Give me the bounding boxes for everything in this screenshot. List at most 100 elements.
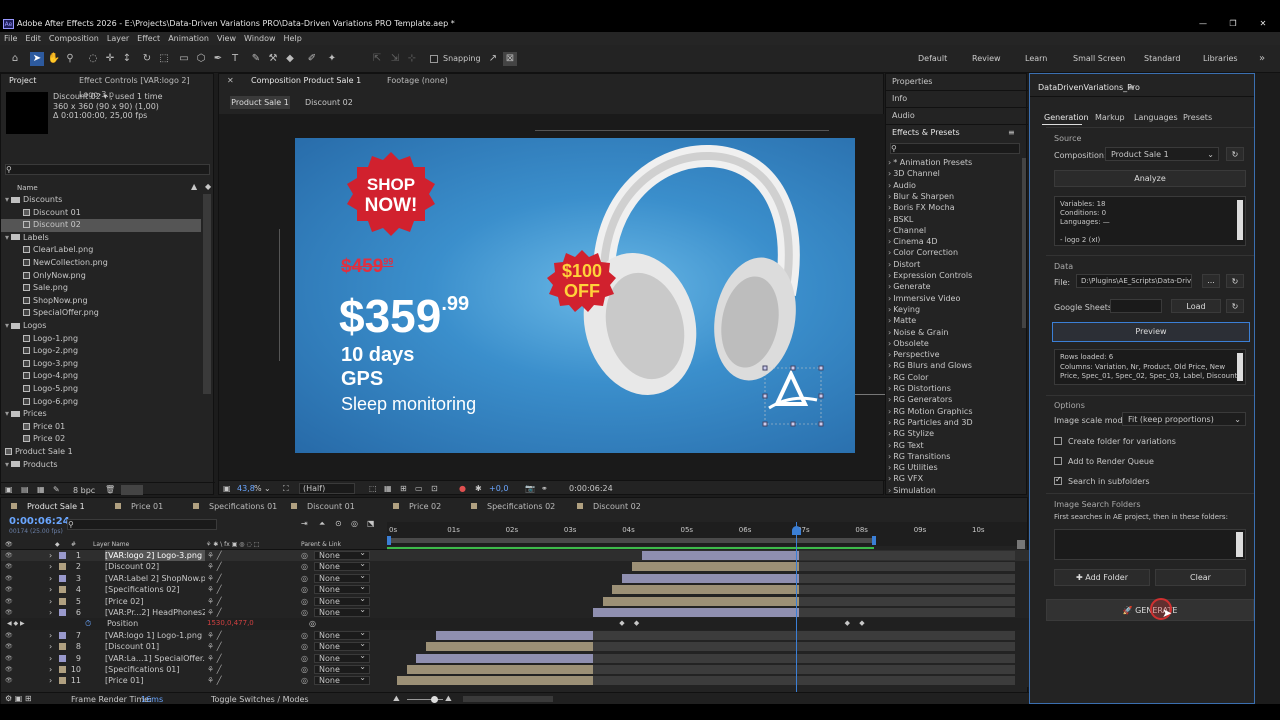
expand-arrow-icon[interactable]: ▾ (5, 409, 9, 418)
tab-languages[interactable]: Languages (1134, 113, 1178, 122)
expand-arrow-icon[interactable]: › (49, 584, 52, 595)
region-of-interest-icon[interactable]: ⬚ (369, 484, 377, 493)
expand-arrow-icon[interactable]: › (888, 271, 891, 280)
always-preview-icon[interactable]: ▣ (223, 484, 231, 493)
parent-pickwhip-icon[interactable]: ◎ (301, 550, 308, 561)
effect-category[interactable]: › Boris FX Mocha (888, 202, 1018, 213)
timeline-tab[interactable]: Discount 02 (571, 500, 647, 514)
expand-arrow-icon[interactable]: › (888, 373, 891, 382)
snap-edges-icon[interactable]: ↗ (486, 52, 500, 66)
effect-category[interactable]: › RG Utilities (888, 462, 1018, 473)
effect-category[interactable]: › RG Blurs and Glows (888, 360, 1018, 371)
parent-select[interactable]: None (314, 640, 370, 652)
selection-tool-icon[interactable]: ➤ (30, 52, 44, 66)
effect-category[interactable]: › RG VFX (888, 473, 1018, 484)
label-color-swatch[interactable] (59, 597, 66, 605)
project-settings-icon[interactable]: ✎ (53, 485, 60, 494)
panel-menu-icon[interactable]: ≡ (1008, 128, 1015, 137)
visibility-eye-icon[interactable]: 👁 (5, 596, 13, 607)
file-path-field[interactable]: D:\Plugins\AE_Scripts\Data-Drive (1076, 274, 1192, 288)
transparency-grid-icon[interactable]: ▦ (384, 484, 392, 493)
keyframe-icon[interactable]: ◆ (619, 618, 624, 629)
menu-effect[interactable]: Effect (137, 34, 160, 43)
expand-arrow-icon[interactable]: › (888, 384, 891, 393)
effect-category[interactable]: › Distort (888, 259, 1018, 270)
expand-arrow-icon[interactable]: ▾ (5, 195, 9, 204)
workspace-review[interactable]: Review (972, 54, 1001, 63)
menu-file[interactable]: File (4, 34, 17, 43)
label-column-icon[interactable]: ◆ (55, 539, 60, 550)
project-item[interactable]: Sale.png (1, 282, 201, 295)
effects-search-input[interactable]: ⚲ (890, 143, 1020, 154)
timeline-timecode[interactable]: 0:00:06:24 (9, 516, 70, 527)
tab-footage[interactable]: Footage (none) (381, 74, 454, 88)
expand-arrow-icon[interactable]: ▾ (5, 321, 9, 330)
show-snapshot-icon[interactable]: ⚭ (541, 484, 548, 493)
expand-arrow-icon[interactable]: › (888, 203, 891, 212)
layer-duration-bar[interactable] (436, 630, 593, 640)
interpret-footage-icon[interactable]: ▣ (5, 485, 13, 494)
3d-shape-tool-icon[interactable]: ⬡ (194, 52, 208, 66)
toggle-switches-button[interactable]: Toggle Switches / Modes (211, 695, 309, 704)
tab-project[interactable]: Project (3, 74, 42, 88)
layer-duration-bar[interactable] (602, 596, 799, 606)
expression-icon[interactable]: ◎ (309, 618, 316, 629)
analyze-button[interactable]: Analyze (1054, 170, 1246, 187)
timeline-tab[interactable]: Specifications 02 (465, 500, 561, 514)
current-time-indicator[interactable] (796, 522, 797, 692)
menu-view[interactable]: View (217, 34, 236, 43)
align-icon[interactable]: ⇱ (370, 52, 384, 66)
image-scale-select[interactable]: Fit (keep proportions) ⌄ (1122, 412, 1246, 426)
switches-icons[interactable]: ⚘ ╱ (207, 664, 222, 675)
menu-help[interactable]: Help (284, 34, 302, 43)
parent-pickwhip-icon[interactable]: ◎ (301, 596, 308, 607)
expand-arrow-icon[interactable]: › (888, 361, 891, 370)
tab-markup[interactable]: Markup (1095, 113, 1125, 122)
project-item[interactable]: Discount 02 (1, 219, 201, 232)
timeline-tab[interactable]: Product Sale 1 (5, 500, 91, 514)
effect-category[interactable]: › Obsolete (888, 338, 1018, 349)
axis-icon[interactable]: ⊹ (405, 52, 419, 66)
grid-guides-icon[interactable]: ⊞ (400, 484, 407, 493)
switches-icons[interactable]: ⚘ ╱ (207, 630, 222, 641)
keyframe-icon[interactable]: ◆ (634, 618, 639, 629)
comp-flowchart-icon[interactable]: ⇥ (301, 519, 308, 528)
expand-arrow-icon[interactable]: › (888, 463, 891, 472)
expand-arrow-icon[interactable]: › (49, 630, 52, 641)
project-item[interactable]: Logo-4.png (1, 370, 201, 383)
effects-scrollbar[interactable] (1022, 158, 1026, 328)
visibility-eye-icon[interactable]: 👁 (5, 630, 13, 641)
parent-pickwhip-icon[interactable]: ◎ (301, 641, 308, 652)
anchor-tool-icon[interactable]: ⬚ (157, 52, 171, 66)
close-icon[interactable]: ✕ (1248, 16, 1278, 32)
timeline-layer-row[interactable]: 👁›9[VAR:La...1] SpecialOffer.png⚘ ╱◎None (1, 652, 1029, 664)
puppet-tool-icon[interactable]: ✦ (325, 52, 339, 66)
expand-arrow-icon[interactable]: › (888, 181, 891, 190)
workspace-small-screen[interactable]: Small Screen (1073, 54, 1125, 63)
layer-duration-bar[interactable] (612, 585, 799, 595)
effect-category[interactable]: › Expression Controls (888, 270, 1018, 281)
color-swatch[interactable] (121, 485, 143, 495)
position-value[interactable]: 1530,0,477,0 (207, 618, 254, 629)
label-color-swatch[interactable] (59, 631, 66, 639)
label-tag-icon[interactable]: ◆ (205, 182, 211, 191)
refresh-file-icon[interactable]: ↻ (1226, 274, 1244, 288)
parent-select[interactable]: None (314, 606, 370, 617)
effect-category[interactable]: › 3D Channel (888, 168, 1018, 179)
zoom-dropdown-icon[interactable]: ⌄ (264, 484, 271, 493)
menu-window[interactable]: Window (244, 34, 276, 43)
menu-edit[interactable]: Edit (25, 34, 41, 43)
more-workspaces-icon[interactable]: » (1255, 52, 1269, 66)
keyframe-icon[interactable]: ◆ (859, 618, 864, 629)
layer-duration-bar[interactable] (622, 573, 799, 583)
add-folder-button[interactable]: ✚ Add Folder (1054, 569, 1150, 586)
render-queue-checkbox[interactable] (1054, 457, 1062, 465)
expand-arrow-icon[interactable]: › (888, 429, 891, 438)
label-color-swatch[interactable] (59, 643, 66, 651)
parent-pickwhip-icon[interactable]: ◎ (301, 607, 308, 618)
parent-link-header[interactable]: Parent & Link (301, 539, 341, 550)
effect-category[interactable]: › Keying (888, 304, 1018, 315)
switches-icons[interactable]: ⚘ ╱ (207, 675, 222, 686)
expand-arrow-icon[interactable]: › (888, 260, 891, 269)
project-item[interactable]: ▾ Labels (1, 232, 201, 245)
